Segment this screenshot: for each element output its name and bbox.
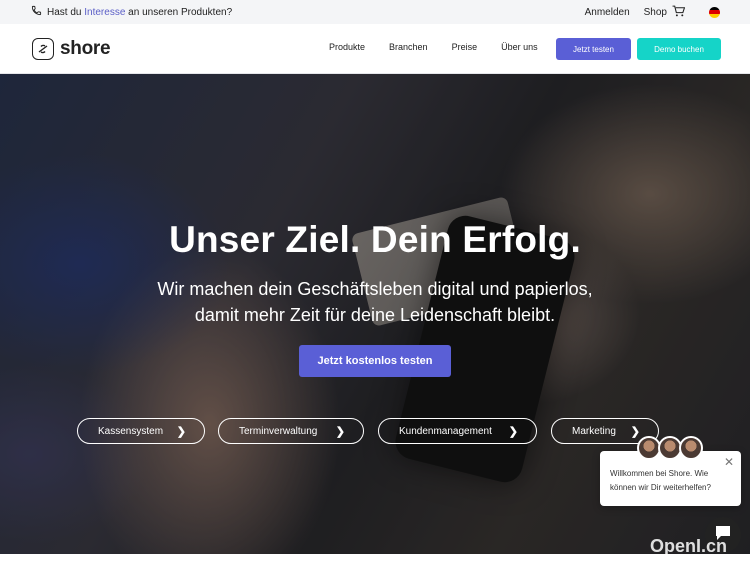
nav-item-produkte[interactable]: Produkte bbox=[329, 42, 365, 52]
interest-suffix: an unseren Produkten? bbox=[128, 6, 233, 18]
interest-prefix: Hast du bbox=[47, 6, 82, 18]
interest-contact[interactable]: Hast du Interesse an unseren Produkten? bbox=[31, 5, 232, 19]
category-label: Marketing bbox=[572, 425, 616, 437]
hero-cta-button[interactable]: Jetzt kostenlos testen bbox=[299, 345, 451, 377]
category-label: Terminverwaltung bbox=[239, 425, 318, 437]
cart-icon bbox=[667, 5, 686, 20]
close-icon[interactable]: ✕ bbox=[724, 455, 734, 469]
bottom-strip bbox=[0, 554, 750, 562]
chevron-right-icon: ❯ bbox=[335, 425, 345, 438]
hero-subtitle-line1: Wir machen dein Geschäftsleben digital u… bbox=[157, 279, 593, 299]
hero-title: Unser Ziel. Dein Erfolg. bbox=[169, 219, 581, 260]
category-terminverwaltung[interactable]: Terminverwaltung ❯ bbox=[218, 418, 364, 444]
chevron-right-icon: ❯ bbox=[508, 425, 518, 438]
shop-link[interactable]: Shop bbox=[643, 5, 686, 20]
phone-icon bbox=[31, 5, 47, 19]
nav-item-branchen[interactable]: Branchen bbox=[389, 42, 428, 52]
shore-logo-icon bbox=[32, 38, 54, 60]
trial-button[interactable]: Jetzt testen bbox=[556, 38, 631, 60]
shop-label: Shop bbox=[643, 6, 667, 18]
main-navigation: shore Produkte Branchen Preise Über uns … bbox=[0, 24, 750, 74]
hero-subtitle: Wir machen dein Geschäftsleben digital u… bbox=[0, 276, 750, 328]
interest-text: Hast du Interesse an unseren Produkten? bbox=[47, 7, 232, 18]
nav-item-ueber-uns[interactable]: Über uns bbox=[501, 42, 538, 52]
german-flag-icon[interactable] bbox=[709, 6, 720, 18]
top-info-bar: Hast du Interesse an unseren Produkten? … bbox=[0, 0, 750, 24]
chat-message-line1: Willkommen bei Shore. Wie bbox=[610, 469, 709, 478]
category-label: Kassensystem bbox=[98, 425, 164, 437]
category-label: Kundenmanagement bbox=[399, 425, 492, 437]
category-kassensystem[interactable]: Kassensystem ❯ bbox=[77, 418, 205, 444]
interest-link[interactable]: Interesse bbox=[84, 7, 125, 18]
chevron-right-icon: ❯ bbox=[176, 425, 186, 438]
chat-message-line2: können wir Dir weiterhelfen? bbox=[610, 483, 711, 492]
logo-text: shore bbox=[60, 38, 111, 59]
nav-links: Produkte Branchen Preise Über uns bbox=[329, 42, 538, 52]
nav-item-preise[interactable]: Preise bbox=[452, 42, 478, 52]
chat-agent-avatars bbox=[637, 436, 703, 460]
login-link[interactable]: Anmelden bbox=[585, 7, 630, 18]
topbar-right: Anmelden Shop bbox=[567, 0, 720, 24]
shore-logo[interactable]: shore bbox=[32, 38, 111, 60]
demo-button[interactable]: Demo buchen bbox=[637, 38, 721, 60]
avatar bbox=[679, 436, 703, 460]
category-kundenmanagement[interactable]: Kundenmanagement ❯ bbox=[378, 418, 537, 444]
hero-subtitle-line2: damit mehr Zeit für deine Leidenschaft b… bbox=[194, 305, 556, 325]
